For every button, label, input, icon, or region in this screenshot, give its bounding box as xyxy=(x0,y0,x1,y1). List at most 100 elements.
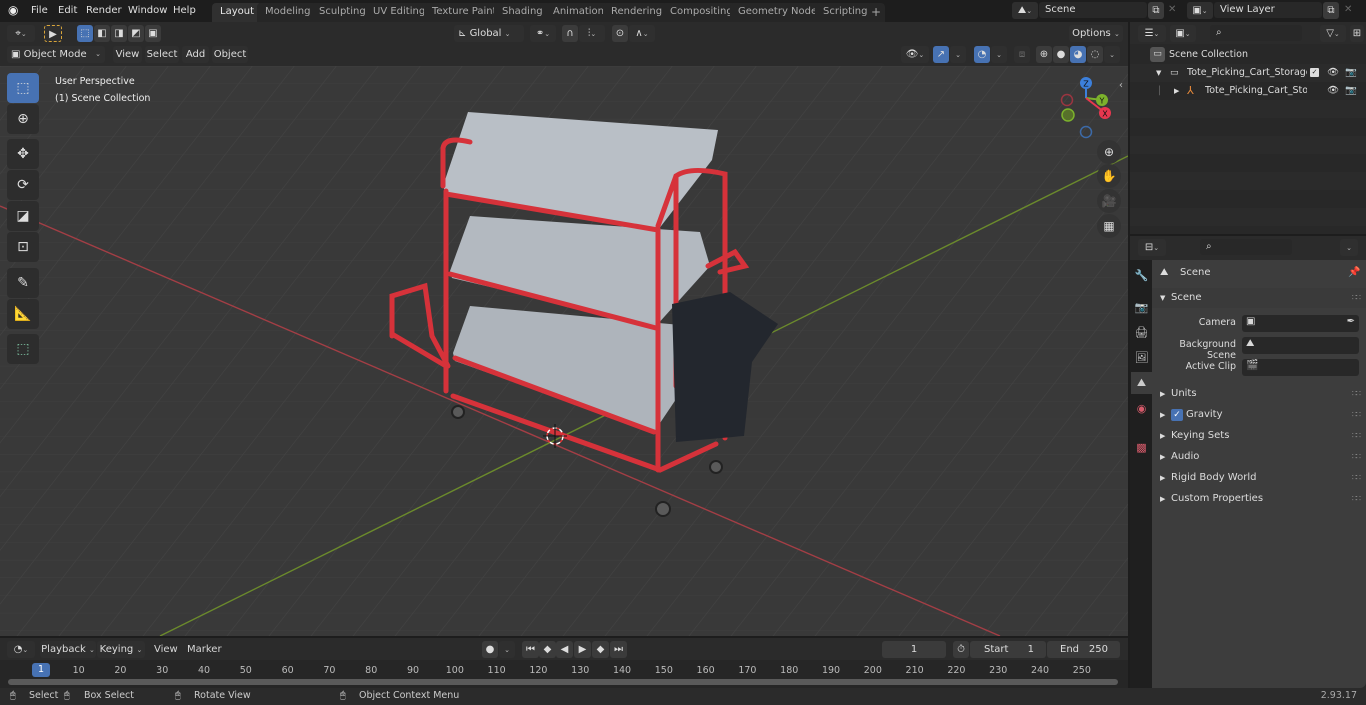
tab-modeling[interactable]: Modeling xyxy=(257,3,319,22)
tool-tab-icon[interactable]: 🔧 xyxy=(1131,264,1152,286)
world-tab-icon[interactable]: ◉ xyxy=(1131,397,1152,419)
ortho-toggle-button[interactable]: ▦ xyxy=(1097,214,1121,238)
menu-render[interactable]: Render xyxy=(86,3,122,19)
drag-handle-icon[interactable]: ∷∷ xyxy=(1352,426,1361,446)
tool-rotate[interactable]: ⟳ xyxy=(7,170,39,200)
gizmo-toggle-icon[interactable]: ↗ xyxy=(933,46,949,63)
panel-scene-header[interactable]: ▼ Scene ∷∷ xyxy=(1152,288,1366,308)
output-tab-icon[interactable]: 🖨 xyxy=(1131,321,1152,343)
render-camera-icon[interactable]: 📷 xyxy=(1345,82,1357,100)
camera-view-button[interactable]: 🎥 xyxy=(1097,189,1121,213)
view-layer-field[interactable]: View Layer xyxy=(1214,2,1322,18)
timeline-scrollbar[interactable] xyxy=(8,679,1118,685)
drag-handle-icon[interactable]: ∷∷ xyxy=(1352,489,1361,509)
zoom-view-button[interactable]: ⊕ xyxy=(1097,140,1121,164)
falloff-icon[interactable]: ∧⌄ xyxy=(629,25,655,42)
snap-element-icon[interactable]: ⫶⌄ xyxy=(579,25,605,42)
view-menu[interactable]: View xyxy=(113,46,142,63)
auto-keying-dropdown[interactable]: ⌄ xyxy=(499,641,515,658)
eyedropper-icon[interactable]: ✒ xyxy=(1347,316,1355,327)
delete-scene-icon[interactable]: ✕ xyxy=(1168,4,1176,15)
options-dropdown[interactable]: Options ⌄ xyxy=(1069,25,1123,42)
snap-toggle-icon[interactable]: ∩ xyxy=(562,25,578,42)
tweak-tool-icon[interactable]: ▶ xyxy=(44,25,62,42)
outliner-editor-type-icon[interactable]: ☰⌄ xyxy=(1138,25,1166,42)
add-menu[interactable]: Add xyxy=(182,46,209,63)
view-layer-tab-icon[interactable]: 🖼 xyxy=(1131,346,1152,368)
panel-units[interactable]: ▶ Units ∷∷ xyxy=(1152,384,1366,404)
solid-shading-icon[interactable]: ● xyxy=(1053,46,1069,63)
panel-rigid-body-world[interactable]: ▶ Rigid Body World ∷∷ xyxy=(1152,468,1366,488)
new-collection-icon[interactable]: ⊞ xyxy=(1350,25,1364,42)
mode-dropdown[interactable]: ▣ Object Mode ⌄ xyxy=(7,46,105,63)
panel-custom-properties[interactable]: ▶ Custom Properties ∷∷ xyxy=(1152,489,1366,509)
pin-icon[interactable]: 📌 xyxy=(1348,262,1360,284)
object-menu[interactable]: Object xyxy=(212,46,248,63)
select-subtract-icon[interactable]: ◨ xyxy=(111,25,127,42)
properties-editor-type-icon[interactable]: ⊟⌄ xyxy=(1138,239,1166,256)
editor-type-icon[interactable]: ⌖⌄ xyxy=(7,25,35,42)
drag-handle-icon[interactable]: ∷∷ xyxy=(1352,447,1361,467)
camera-field[interactable]: ▣ ✒ xyxy=(1242,315,1359,332)
view-layer-selector-icon[interactable]: ▣⌄ xyxy=(1187,2,1213,19)
timeline-marker-menu[interactable]: Marker xyxy=(187,644,222,655)
jump-start-icon[interactable]: ⏮ xyxy=(522,641,539,658)
menu-edit[interactable]: Edit xyxy=(58,3,77,19)
overlays-toggle-icon[interactable]: ◔ xyxy=(974,46,990,63)
sidebar-toggle-icon[interactable]: ‹ xyxy=(1119,80,1123,91)
expand-arrow-icon[interactable]: ▶ xyxy=(1174,82,1179,100)
add-workspace-button[interactable]: + xyxy=(867,3,886,22)
render-camera-icon[interactable]: 📷 xyxy=(1345,64,1357,82)
tab-layout[interactable]: Layout xyxy=(212,3,262,22)
tool-measure[interactable]: 📐 xyxy=(7,299,39,329)
new-view-layer-icon[interactable]: ⧉ xyxy=(1323,2,1339,19)
background-scene-field[interactable]: ⛰ xyxy=(1242,337,1359,354)
gravity-checkbox[interactable]: ✓ xyxy=(1171,409,1183,421)
start-frame-field[interactable]: Start 1 xyxy=(970,641,1046,658)
timeline-editor-type-icon[interactable]: ◔⌄ xyxy=(7,641,35,658)
rendered-shading-icon[interactable]: ◌ xyxy=(1087,46,1103,63)
outliner-row-object[interactable]: | ▶ ⅄ Tote_Picking_Cart_Storaç 👁 📷 xyxy=(1130,82,1366,100)
pivot-point-icon[interactable]: ⚭⌄ xyxy=(530,25,556,42)
select-invert-icon[interactable]: ◩ xyxy=(128,25,144,42)
xray-toggle-icon[interactable]: ⧈ xyxy=(1014,46,1030,63)
drag-handle-icon[interactable]: ∷∷ xyxy=(1352,288,1361,308)
tool-cursor[interactable]: ⊕ xyxy=(7,104,39,134)
menu-help[interactable]: Help xyxy=(173,3,196,19)
panel-audio[interactable]: ▶ Audio ∷∷ xyxy=(1152,447,1366,467)
tab-texture-paint[interactable]: Texture Paint xyxy=(424,3,505,22)
tab-rendering[interactable]: Rendering xyxy=(603,3,671,22)
tool-move[interactable]: ✥ xyxy=(7,139,39,169)
select-extend-icon[interactable]: ◧ xyxy=(94,25,110,42)
outliner-search-input[interactable]: ⌕ xyxy=(1210,25,1302,41)
tool-annotate[interactable]: ✎ xyxy=(7,268,39,298)
panel-gravity[interactable]: ▶ ✓ Gravity ∷∷ xyxy=(1152,405,1366,425)
properties-search-input[interactable]: ⌕ xyxy=(1200,239,1292,255)
drag-handle-icon[interactable]: ∷∷ xyxy=(1352,468,1361,488)
panel-keying-sets[interactable]: ▶ Keying Sets ∷∷ xyxy=(1152,426,1366,446)
wireframe-shading-icon[interactable]: ⊕ xyxy=(1036,46,1052,63)
outliner-row-scene-collection[interactable]: ▭ Scene Collection xyxy=(1130,46,1366,64)
tab-compositing[interactable]: Compositing xyxy=(662,3,741,22)
select-intersect-icon[interactable]: ▣ xyxy=(145,25,161,42)
scene-selector-icon[interactable]: ⛰⌄ xyxy=(1012,2,1038,19)
drag-handle-icon[interactable]: ∷∷ xyxy=(1352,384,1361,404)
tool-transform[interactable]: ⊡ xyxy=(7,232,39,262)
texture-tab-icon[interactable]: ▩ xyxy=(1131,436,1152,458)
play-icon[interactable]: ▶ xyxy=(574,641,591,658)
next-keyframe-icon[interactable]: ◆ xyxy=(592,641,609,658)
shading-dropdown-icon[interactable]: ⌄ xyxy=(1104,46,1120,63)
new-scene-icon[interactable]: ⧉ xyxy=(1148,2,1164,19)
tab-animation[interactable]: Animation xyxy=(545,3,612,22)
scene-tab-icon[interactable]: ⛰ xyxy=(1131,372,1152,394)
scene-name-field[interactable]: Scene xyxy=(1039,2,1147,18)
keying-menu[interactable]: Keying ⌄ xyxy=(97,641,145,658)
select-menu[interactable]: Select xyxy=(145,46,179,63)
outliner-row-collection[interactable]: ▼ ▭ Tote_Picking_Cart_Storage_Bı ✓ 👁 📷 xyxy=(1130,64,1366,82)
filter-icon[interactable]: ▽⌄ xyxy=(1320,25,1346,42)
orientation-dropdown[interactable]: ⊾ Global ⌄ xyxy=(454,25,524,42)
expand-arrow-icon[interactable]: ▼ xyxy=(1156,64,1161,82)
jump-end-icon[interactable]: ⏭ xyxy=(610,641,627,658)
gizmo-dropdown-icon[interactable]: ⌄ xyxy=(950,46,966,63)
playback-menu[interactable]: Playback ⌄ xyxy=(40,641,96,658)
